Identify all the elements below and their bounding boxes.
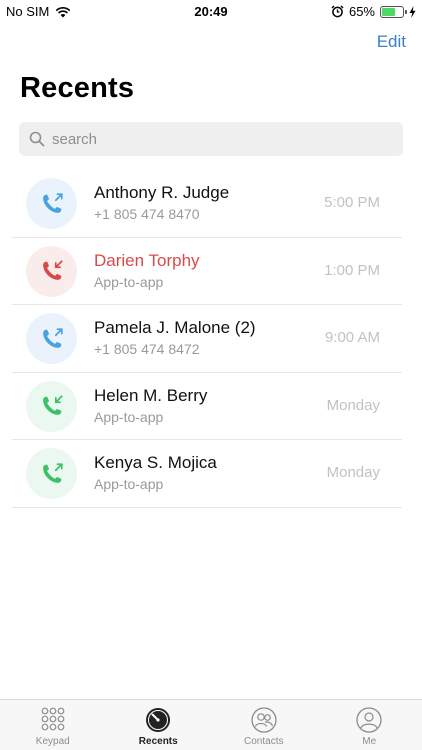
contact-subtitle: App-to-app xyxy=(94,273,164,290)
contact-name: Anthony R. Judge xyxy=(94,183,230,202)
call-time: 9:00 AM xyxy=(324,329,380,346)
battery-percent: 65% xyxy=(348,4,375,19)
outgoing-call-icon xyxy=(42,462,63,483)
status-bar: No SIM 20:49 65% xyxy=(0,0,422,24)
recent-call-row[interactable]: Pamela J. Malone (2) +1 805 474 8472 9:00 … xyxy=(0,305,422,373)
status-right: 65% xyxy=(331,4,416,19)
search-input[interactable] xyxy=(52,130,382,148)
call-type-avatar xyxy=(26,178,77,229)
recent-call-row[interactable]: Anthony R. Judge +1 805 474 8470 5:00 PM xyxy=(0,170,422,238)
battery-icon xyxy=(380,5,407,18)
tab-me[interactable]: Me xyxy=(317,700,422,750)
contact-name: Darien Torphy xyxy=(94,250,200,270)
outgoing-call-icon xyxy=(42,192,63,213)
missed-call-icon xyxy=(42,260,63,280)
search-bar[interactable] xyxy=(19,122,403,156)
contact-subtitle: +1 805 474 8470 xyxy=(94,206,200,222)
alarm-icon xyxy=(331,5,344,18)
call-type-avatar xyxy=(26,380,77,432)
contact-subtitle: App-to-app xyxy=(94,476,164,492)
call-time: Monday xyxy=(326,396,380,414)
clock-icon xyxy=(146,708,171,732)
contact-name: Pamela J. Malone (2) xyxy=(94,318,256,337)
recents-list: Anthony R. Judge +1 805 474 8470 5:00 PM Da… xyxy=(0,170,422,508)
charging-bolt-icon xyxy=(409,5,416,18)
tab-bar: Keypad Recents Contacts Me xyxy=(0,699,422,750)
contact-subtitle: App-to-app xyxy=(94,408,164,425)
call-type-avatar xyxy=(26,313,77,364)
incoming-call-icon xyxy=(42,395,63,415)
recent-call-row[interactable]: Darien Torphy App-to-app 1:00 PM xyxy=(0,238,422,306)
contact-name: Helen M. Berry xyxy=(94,385,208,405)
tab-recents[interactable]: Recents xyxy=(106,700,212,750)
contact-text: Pamela J. Malone (2) +1 805 474 8472 xyxy=(94,317,256,359)
search-icon xyxy=(29,131,45,147)
battery-fill xyxy=(382,7,395,16)
call-type-avatar xyxy=(26,245,77,297)
outgoing-call-icon xyxy=(42,327,63,348)
tab-label: Me xyxy=(362,736,377,747)
call-time: 1:00 PM xyxy=(324,261,380,279)
page-title: Recents xyxy=(20,72,135,104)
person-icon xyxy=(356,707,382,733)
contact-subtitle: +1 805 474 8472 xyxy=(94,341,200,357)
contact-text: Anthony R. Judge +1 805 474 8470 xyxy=(94,182,229,224)
contacts-icon xyxy=(251,707,277,733)
tab-label: Recents xyxy=(138,736,178,747)
keypad-icon xyxy=(41,707,65,731)
recent-call-row[interactable]: Helen M. Berry App-to-app Monday xyxy=(0,373,422,441)
tab-label: Contacts xyxy=(244,736,284,747)
tab-contacts[interactable]: Contacts xyxy=(211,700,317,750)
contact-text: Helen M. Berry App-to-app xyxy=(94,385,207,427)
edit-button[interactable]: Edit xyxy=(377,32,406,52)
call-time: 5:00 PM xyxy=(324,194,380,211)
recent-call-row[interactable]: Kenya S. Mojica App-to-app Monday xyxy=(0,440,422,508)
tab-label: Keypad xyxy=(35,736,70,747)
call-time: Monday xyxy=(326,464,380,481)
tab-keypad[interactable]: Keypad xyxy=(0,700,106,750)
contact-text: Kenya S. Mojica App-to-app xyxy=(94,452,217,494)
call-type-avatar xyxy=(26,448,77,499)
contact-text: Darien Torphy App-to-app xyxy=(94,250,200,292)
contact-name: Kenya S. Mojica xyxy=(94,453,217,472)
